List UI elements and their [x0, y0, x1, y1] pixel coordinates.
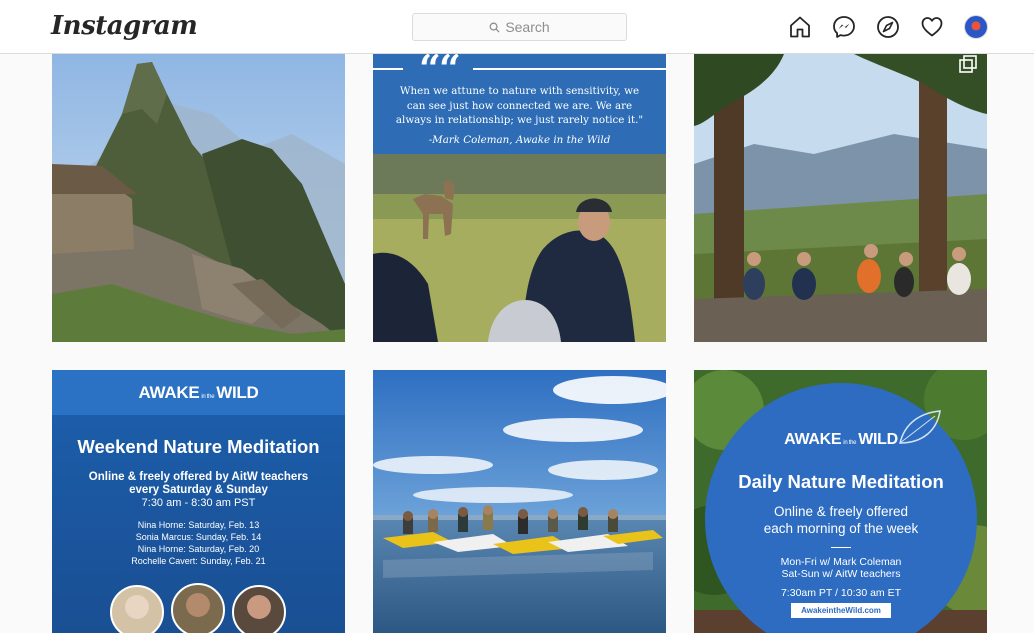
search-placeholder: Search: [505, 19, 550, 35]
schedule-line: Nina Horne: Saturday, Feb. 20: [137, 544, 260, 554]
heart-icon[interactable]: [920, 15, 944, 39]
quote-text: When we attune to nature with sensitivit…: [395, 85, 644, 126]
schedule-line: Rochelle Cavert: Sunday, Feb. 21: [131, 556, 266, 566]
teacher-photo: [171, 583, 225, 633]
circle-time: 7:30am PT / 10:30 am ET: [780, 587, 902, 599]
search-icon: [489, 22, 500, 33]
forest-group-photo: [694, 54, 987, 342]
svg-text:“: “: [419, 54, 441, 82]
divider: [831, 547, 851, 548]
poster-subtitle-1: Online & freely offered by AitW teachers: [88, 471, 309, 483]
profile-avatar[interactable]: [964, 15, 988, 39]
daily-meditation-circle: AWAKE in the WILD Daily Nature Meditation …: [705, 383, 977, 633]
teacher-photo: [110, 585, 164, 633]
poster-subtitle-2: every Saturday & Sunday: [129, 484, 268, 496]
quote-banner: “ “ When we attune to nature with sensit…: [373, 54, 666, 154]
leaf-icon: [899, 410, 941, 444]
weekend-meditation-poster: AWAKE in the WILD Weekend Nature Meditatio…: [52, 370, 345, 633]
schedule-line: Sonia Marcus: Sunday, Feb. 14: [135, 532, 262, 542]
schedule-line: Nina Horne: Saturday, Feb. 13: [137, 520, 260, 530]
quote-attribution: -Mark Coleman, Awake in the Wild: [428, 134, 611, 146]
circle-subtitle-2: each morning of the week: [763, 521, 919, 536]
mountain-photo: [52, 54, 345, 342]
poster-time: 7:30 am - 8:30 am PST: [141, 497, 256, 509]
kayak-lake-photo: [373, 370, 666, 633]
messenger-icon[interactable]: [832, 15, 856, 39]
home-icon[interactable]: [788, 15, 812, 39]
post-tile-5[interactable]: [373, 370, 666, 633]
instagram-logo[interactable]: Instagram: [51, 11, 198, 41]
explore-icon[interactable]: [876, 15, 900, 39]
post-tile-6[interactable]: AWAKE in the WILD Daily Nature Meditation …: [694, 370, 987, 633]
post-tile-2[interactable]: “ “ When we attune to nature with sensit…: [373, 54, 666, 342]
post-tile-3[interactable]: [694, 54, 987, 342]
quote-marks-icon: “ “: [373, 54, 666, 82]
top-navigation-bar: Instagram Search: [0, 0, 1034, 54]
circle-line-2: Sat-Sun w/ AitW teachers: [781, 568, 901, 580]
post-tile-4[interactable]: AWAKE in the WILD Weekend Nature Meditatio…: [52, 370, 345, 633]
brand-logo: AWAKE in the WILD: [138, 383, 259, 402]
poster-header: AWAKE in the WILD: [52, 370, 345, 415]
search-input[interactable]: Search: [412, 13, 627, 41]
svg-text:“: “: [439, 54, 461, 82]
poster-title: Weekend Nature Meditation: [77, 436, 320, 457]
website-link: AwakeintheWild.com: [791, 603, 891, 618]
post-tile-1[interactable]: [52, 54, 345, 342]
circle-line-1: Mon-Fri w/ Mark Coleman: [780, 556, 902, 568]
circle-title: Daily Nature Meditation: [738, 471, 944, 492]
teacher-photo: [232, 585, 286, 633]
circle-subtitle-1: Online & freely offered: [773, 504, 909, 519]
